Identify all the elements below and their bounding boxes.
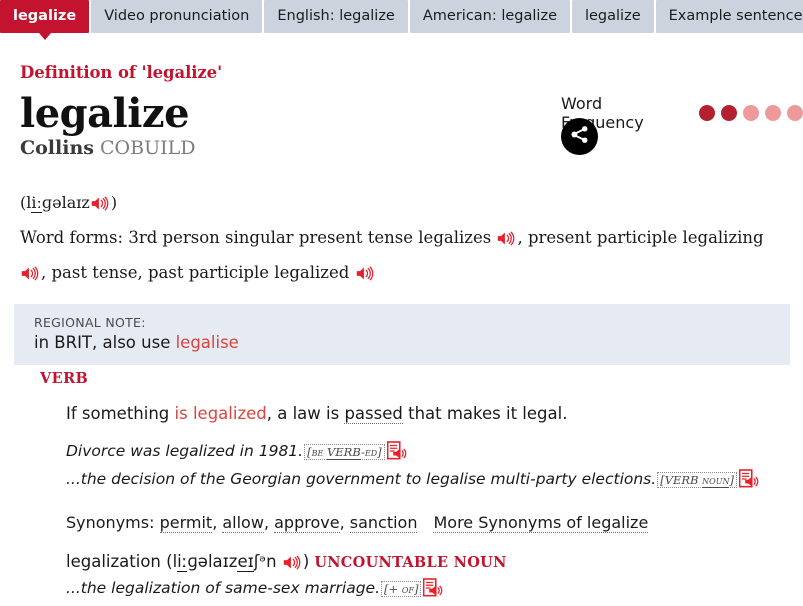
page-title: Definition of 'legalize' (20, 63, 223, 82)
regional-note-body: in BRIT, also use (34, 333, 171, 352)
example-text: Divorce was legalized in 1981. (66, 442, 304, 460)
sense-block: VERB If something is legalized, a law is… (14, 370, 790, 601)
document-speaker-icon[interactable] (386, 441, 407, 467)
frequency-dot-2 (721, 105, 737, 121)
tab-american-legalize[interactable]: American: legalize (409, 0, 570, 33)
derived-example-text: ...the legalization of same-sex marriage… (66, 579, 381, 597)
definition-keyword: is legalized (174, 404, 267, 423)
tab-bar: legalize Video pronunciation English: le… (0, 0, 803, 41)
word-forms-seg-2: , present participle (517, 228, 678, 247)
word-forms-seg-1: 3rd person singular present tense (128, 228, 414, 247)
synonym-sanction[interactable]: sanction (349, 513, 418, 533)
frequency-dot-3 (743, 105, 759, 121)
share-icon (569, 124, 590, 149)
synonym-permit[interactable]: permit (159, 513, 213, 533)
derived-ipa-stress-2: eɪ (237, 552, 254, 572)
frequency-dot-1 (699, 105, 715, 121)
word-forms-seg-3: , past tense, past participle (41, 263, 270, 282)
tab-label: Example sentences (668, 8, 803, 24)
tab-label: Video pronunciation (104, 8, 250, 24)
tab-label: English: legalize (277, 8, 395, 24)
headword: legalize (20, 90, 190, 137)
word-frequency: Word Frequency (561, 94, 803, 132)
grammar-tag-plain: be (311, 445, 327, 459)
grammar-tag-underlined: VERB (326, 445, 362, 460)
definition-text: If something is legalized, a law is pass… (66, 403, 790, 425)
tab-label: legalize (584, 8, 641, 24)
source-brand: Collins (20, 137, 94, 159)
grammar-tag-plain: + of (388, 582, 414, 596)
derived-ipa-stress-1: iː (177, 552, 188, 572)
pronunciation: (liːɡəlaɪz) (20, 193, 117, 215)
word-form-2: legalizing (682, 228, 764, 247)
regional-note-alternative[interactable]: legalise (176, 333, 239, 352)
derived-part-of-speech: UNCOUNTABLE NOUN (314, 554, 507, 571)
speaker-icon[interactable] (283, 555, 302, 574)
synonym-allow[interactable]: allow (222, 513, 264, 533)
word-forms: Word forms: 3rd person singular present … (20, 222, 780, 292)
definition-linked-word[interactable]: passed (344, 404, 403, 424)
derived-ipa-mid: ɡəlaɪz (187, 552, 238, 571)
example-list: Divorce was legalized in 1981. [be VERB-e… (66, 439, 790, 495)
grammar-tag: [be VERB-ed] (304, 444, 385, 460)
definition-mid: , a law is (266, 404, 345, 423)
derived-close-paren: ) (302, 552, 310, 571)
document-speaker-icon[interactable] (423, 578, 443, 601)
frequency-dot-5 (787, 105, 803, 121)
word-form-3: legalized (274, 263, 350, 282)
regional-note: REGIONAL NOTE: in BRIT, also use legalis… (14, 304, 790, 365)
speaker-icon[interactable] (356, 260, 375, 292)
tab-legalize[interactable]: legalize (0, 0, 90, 40)
pron-close-paren: ) (110, 193, 118, 212)
example-text: ...the decision of the Georgian governme… (66, 470, 657, 488)
tab-label: American: legalize (422, 8, 557, 24)
synonyms-row: Synonyms: permit, allow, approve, sancti… (66, 513, 649, 533)
synonym-approve[interactable]: approve (274, 513, 340, 533)
example-item: ...the decision of the Georgian governme… (66, 467, 790, 495)
dictionary-source: Collins COBUILD (20, 137, 195, 159)
derived-ipa-tail: ʃᵊn (253, 552, 277, 571)
speaker-icon[interactable] (91, 196, 110, 215)
tab-video-pronunciation[interactable]: Video pronunciation (91, 0, 263, 33)
source-series: COBUILD (100, 137, 196, 159)
derived-example: ...the legalization of same-sex marriage… (66, 578, 790, 601)
part-of-speech: VERB (40, 370, 89, 387)
tab-english-legalize[interactable]: English: legalize (264, 0, 408, 33)
regional-note-label: REGIONAL NOTE: (34, 315, 146, 330)
grammar-tag-underlined: noun (702, 473, 730, 488)
regional-note-text: in BRIT, also use legalise (34, 333, 770, 352)
sense-body: If something is legalized, a law is pass… (66, 403, 790, 601)
grammar-tag-tail: -ed (361, 445, 378, 459)
derived-entry: legalization (liːɡəlaɪzeɪʃᵊn ) UNCOUNTABL… (66, 552, 790, 574)
share-button[interactable] (561, 118, 598, 155)
word-frequency-dots (699, 105, 803, 121)
more-synonyms-link[interactable]: More Synonyms of legalize (433, 513, 649, 533)
ipa-suffix: ɡəlaɪz (41, 193, 90, 212)
example-item: Divorce was legalized in 1981. [be VERB-e… (66, 439, 790, 467)
tab-legalize-secondary[interactable]: legalize (571, 0, 654, 33)
speaker-icon[interactable] (497, 225, 516, 257)
grammar-tag-plain: VERB (664, 473, 703, 487)
derived-word: legalization (66, 552, 161, 571)
definition-after: that makes it legal. (402, 404, 568, 423)
word-form-1: legalizes (418, 228, 492, 247)
document-speaker-icon[interactable] (738, 469, 759, 495)
definition-before: If something (66, 404, 175, 423)
grammar-tag: [+ of] (381, 581, 422, 597)
tab-example-sentences[interactable]: Example sentences (655, 0, 803, 33)
grammar-tag: [VERB noun] (657, 472, 737, 488)
synonyms-label: Synonyms: (66, 513, 155, 532)
ipa-stressed: iː (31, 193, 42, 213)
word-forms-label: Word forms: (20, 228, 124, 247)
tab-label: legalize (13, 8, 77, 24)
speaker-icon[interactable] (21, 260, 40, 292)
frequency-dot-4 (765, 105, 781, 121)
